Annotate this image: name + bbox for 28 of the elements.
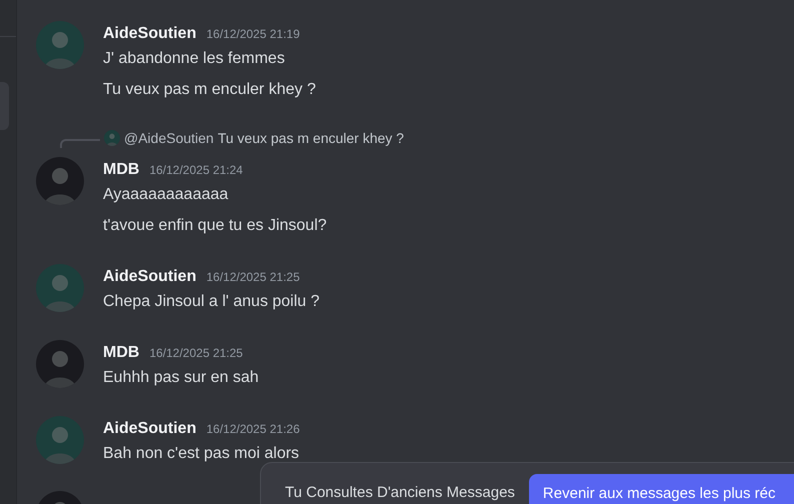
- message-text: t'avoue enfin que tu es Jinsoul?: [103, 216, 327, 236]
- avatar-placeholder[interactable]: [36, 340, 84, 388]
- timestamp: 16/12/2025 21:26: [206, 421, 300, 438]
- author-name[interactable]: AideSoutien: [103, 265, 196, 289]
- avatar-placeholder[interactable]: [36, 416, 84, 464]
- timestamp: 16/12/2025 21:25: [206, 269, 300, 286]
- message-text: Bah non c'est pas moi alors: [103, 444, 300, 464]
- author-name[interactable]: AideSoutien: [103, 22, 196, 46]
- author-name[interactable]: MDB: [103, 341, 140, 365]
- notice-text: Tu Consultes D'anciens Messages: [285, 483, 515, 503]
- avatar-placeholder[interactable]: [36, 21, 84, 69]
- message-text: J' abandonne les femmes: [103, 49, 286, 69]
- author-name[interactable]: AideSoutien: [103, 417, 196, 441]
- avatar-placeholder[interactable]: [104, 130, 120, 146]
- message-text: Tu veux pas m enculer khey ?: [103, 80, 316, 100]
- jump-to-present-button[interactable]: Revenir aux messages les plus réc: [528, 474, 794, 504]
- message-text: Chepa Jinsoul a l' anus poilu ?: [103, 292, 320, 312]
- avatar-placeholder[interactable]: [36, 264, 84, 312]
- message-text: Ayaaaaaaaaaaaa: [103, 185, 230, 205]
- timestamp: 16/12/2025 21:19: [206, 26, 300, 43]
- reply-mention[interactable]: @AideSoutien: [124, 128, 214, 148]
- reply-preview[interactable]: Tu veux pas m enculer khey ?: [218, 128, 404, 148]
- timestamp: 16/12/2025 21:24: [149, 162, 243, 179]
- reply-connector: [60, 138, 100, 148]
- avatar-placeholder[interactable]: [36, 157, 84, 205]
- author-name[interactable]: MDB: [103, 158, 140, 182]
- timestamp: 16/12/2025 21:25: [149, 345, 243, 362]
- message-text: Euhhh pas sur en sah: [103, 368, 259, 388]
